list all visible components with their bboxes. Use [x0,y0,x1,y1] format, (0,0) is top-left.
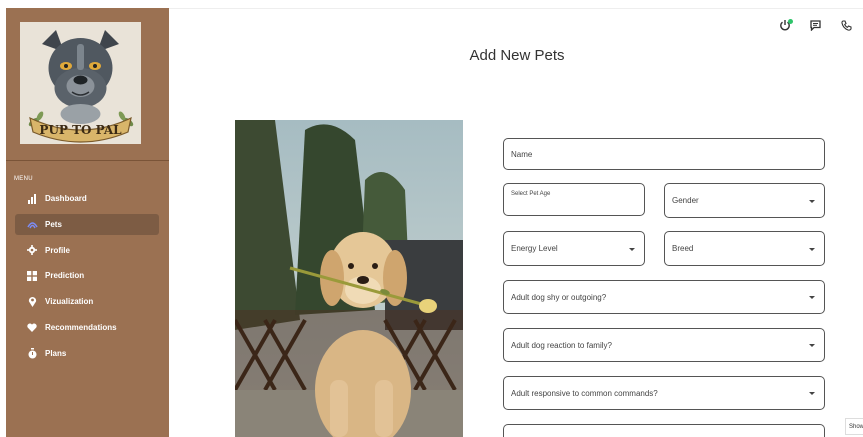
phone-icon[interactable] [839,18,853,32]
pet-age-field[interactable]: Select Pet Age [503,183,645,216]
chevron-down-icon [809,199,815,203]
sidebar-item-plans[interactable]: Plans [15,343,159,364]
app: PUP TO PAL MENU Dashboard Pets Profile P… [0,0,863,437]
commands-select[interactable]: Adult responsive to common commands? [503,376,825,410]
chat-icon[interactable] [808,18,822,32]
next-field-partial[interactable] [503,424,825,437]
breed-label: Breed [672,244,694,253]
shy-outgoing-select[interactable]: Adult dog shy or outgoing? [503,280,825,314]
sidebar-item-vizualization[interactable]: Vizualization [15,291,159,312]
status-dot [788,19,793,24]
dog-photo-image [235,120,463,437]
sidebar-item-label: Dashboard [45,194,87,203]
pet-age-placeholder: Select Pet Age [511,191,551,197]
sidebar-item-prediction[interactable]: Prediction [15,265,159,286]
logo[interactable]: PUP TO PAL [20,22,141,144]
gender-label: Gender [672,196,699,205]
sidebar-item-label: Vizualization [45,297,94,307]
shy-outgoing-label: Adult dog shy or outgoing? [511,292,607,302]
power-icon[interactable] [778,18,793,32]
grid-icon [26,270,38,282]
sidebar-item-label: Prediction [45,271,85,281]
sidebar-item-recommendations[interactable]: Recommendations [15,317,159,338]
sidebar-nav: Dashboard Pets Profile Prediction Vizual… [15,188,159,369]
breed-select[interactable]: Breed [664,231,825,266]
name-field[interactable]: Name [503,138,825,170]
chevron-down-icon [629,247,635,251]
header-divider [169,8,863,9]
chevron-down-icon [809,392,815,395]
sidebar-item-dashboard[interactable]: Dashboard [15,188,159,209]
heart-icon [26,321,38,333]
chevron-down-icon [809,247,815,251]
logo-text: PUP TO PAL [39,123,122,137]
family-reaction-label: Adult dog reaction to family? [511,340,612,350]
pitbull-logo-image: PUP TO PAL [20,22,141,144]
commands-label: Adult responsive to common commands? [511,388,658,398]
sidebar-item-pets[interactable]: Pets [15,213,159,235]
bar-chart-icon [26,193,38,205]
show-tab[interactable]: Show [845,418,863,435]
sidebar-item-label: Recommendations [45,322,117,332]
sidebar-item-label: Pets [45,219,62,229]
energy-level-label: Energy Level [511,244,558,253]
paw-icon [26,218,38,230]
sidebar-item-profile[interactable]: Profile [15,240,159,261]
map-pin-icon [26,296,38,308]
chevron-down-icon [809,296,815,299]
sidebar: PUP TO PAL MENU Dashboard Pets Profile P… [6,8,169,437]
page-title: Add New Pets [469,47,565,64]
sidebar-item-label: Profile [45,245,70,255]
menu-label: MENU [14,176,33,182]
sidebar-divider [6,160,169,161]
gender-select[interactable]: Gender [664,183,825,218]
pet-photo [235,120,463,437]
gear-icon [26,244,38,256]
family-reaction-select[interactable]: Adult dog reaction to family? [503,328,825,362]
chevron-down-icon [809,344,815,347]
stopwatch-icon [26,347,38,359]
sidebar-item-label: Plans [45,348,67,358]
name-placeholder: Name [511,149,533,159]
energy-level-select[interactable]: Energy Level [503,231,645,266]
